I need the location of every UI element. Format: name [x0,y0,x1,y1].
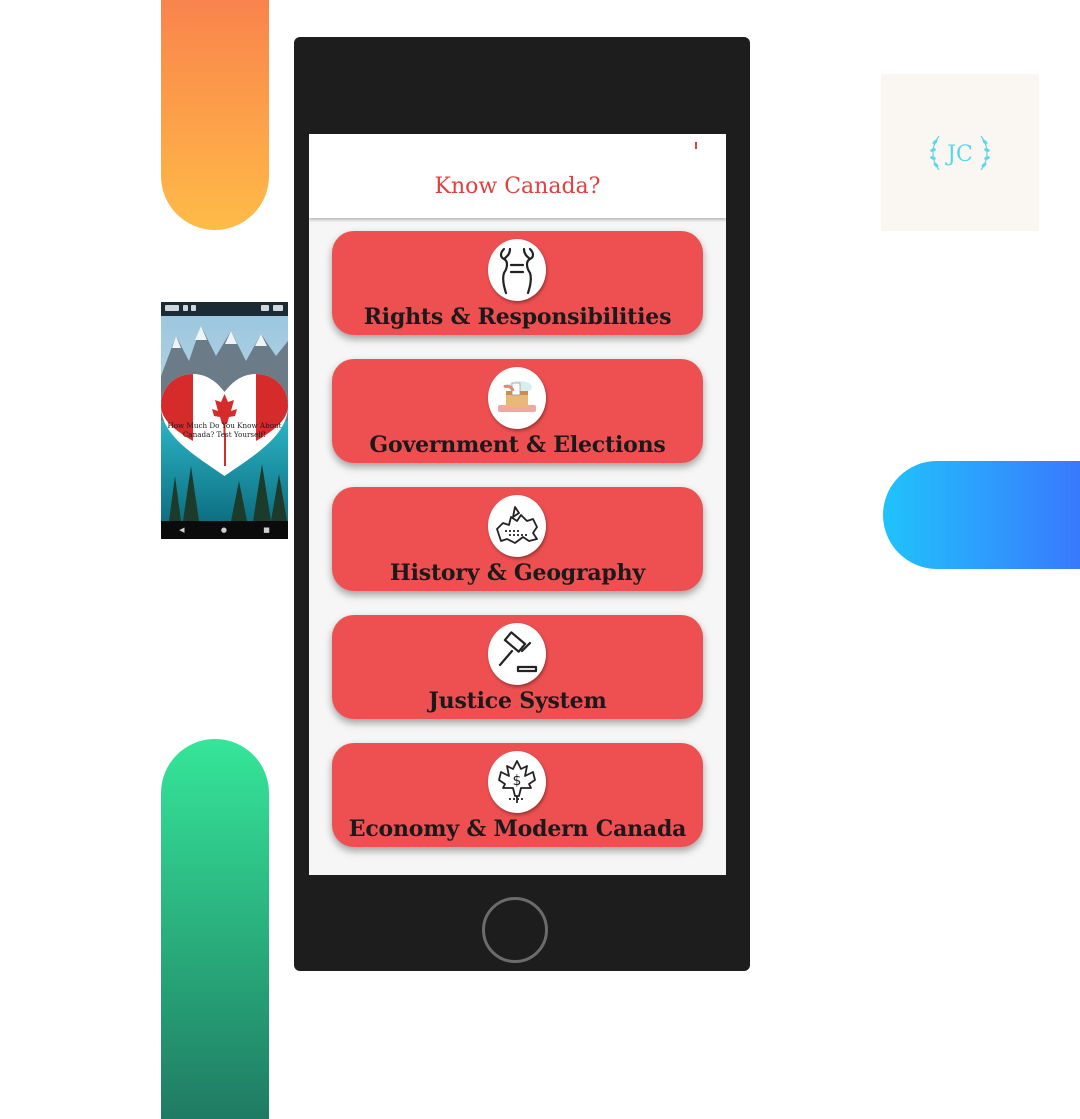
lake-mountain-scene: How Much Do You Know About Canada? Test … [161,316,288,521]
phone-mockup: Know Canada? Rights & Responsibilities G… [294,37,750,971]
mini-navigation-bar: ◀ ● ■ [161,521,288,539]
decorative-green-pill [161,739,269,1119]
category-history-geography[interactable]: History & Geography [332,487,703,591]
category-list: Rights & Responsibilities Government & E… [332,231,703,871]
maple-leaf-dollar-icon: $ [488,751,546,813]
back-icon: ◀ [179,526,185,534]
canada-map-icon [488,495,546,557]
category-label: History & Geography [390,560,645,586]
home-icon: ● [220,526,227,534]
splash-headline: How Much Do You Know About Canada? Test … [167,421,282,439]
category-rights-responsibilities[interactable]: Rights & Responsibilities [332,231,703,335]
category-government-elections[interactable]: Government & Elections [332,359,703,463]
overflow-menu-icon[interactable] [695,142,697,149]
laurel-wreath-icon: JC [930,135,990,170]
category-label: Government & Elections [369,432,666,458]
app-bar: Know Canada? [309,134,726,218]
category-label: Justice System [428,688,607,714]
mini-status-bar [161,302,288,316]
jc-logo: JC [881,74,1039,231]
svg-text:$: $ [513,773,522,789]
app-title: Know Canada? [434,174,601,199]
recents-icon: ■ [263,526,270,534]
category-label: Rights & Responsibilities [363,304,672,330]
gavel-icon [488,623,546,685]
category-justice-system[interactable]: Justice System [332,615,703,719]
rights-balance-icon [488,239,546,301]
logo-text: JC [945,142,973,167]
decorative-blue-pill [883,461,1080,569]
splash-screen-preview: How Much Do You Know About Canada? Test … [161,302,288,539]
category-label: Economy & Modern Canada [348,816,687,842]
decorative-orange-pill [161,0,269,230]
app-screen: Know Canada? Rights & Responsibilities G… [309,134,726,875]
ballot-box-icon [488,367,546,429]
category-economy-modern-canada[interactable]: $ Economy & Modern Canada [332,743,703,847]
phone-home-button[interactable] [482,897,548,963]
